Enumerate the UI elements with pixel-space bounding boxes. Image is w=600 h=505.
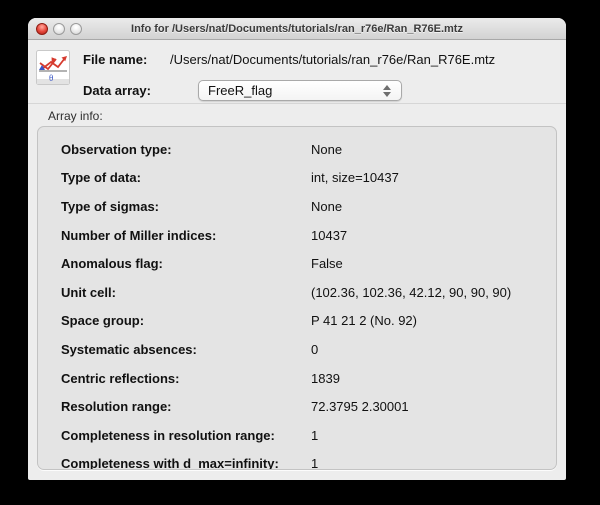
info-row: Unit cell: (102.36, 102.36, 42.12, 90, 9… bbox=[38, 278, 556, 307]
window-title: Info for /Users/nat/Documents/tutorials/… bbox=[28, 23, 566, 35]
dialog-content: θ File name: /Users/nat/Documents/tutori… bbox=[28, 40, 566, 480]
info-row: Space group: P 41 21 2 (No. 92) bbox=[38, 307, 556, 336]
close-button-icon[interactable] bbox=[36, 23, 48, 35]
info-row: Anomalous flag: False bbox=[38, 249, 556, 278]
file-name-value: /Users/nat/Documents/tutorials/ran_r76e/… bbox=[170, 52, 495, 67]
info-row: Completeness with d_max=infinity: 1 bbox=[38, 450, 556, 470]
minimize-button-icon[interactable] bbox=[53, 23, 65, 35]
data-array-select[interactable]: FreeR_flag bbox=[198, 80, 402, 101]
data-array-row: Data array: FreeR_flag bbox=[83, 80, 402, 101]
header-divider bbox=[28, 103, 566, 104]
info-row-label: Type of data: bbox=[61, 170, 311, 185]
info-row: Systematic absences: 0 bbox=[38, 335, 556, 364]
info-row-value: 1 bbox=[311, 428, 318, 443]
info-row-label: Unit cell: bbox=[61, 285, 311, 300]
info-row-value: int, size=10437 bbox=[311, 170, 399, 185]
info-row: Completeness in resolution range: 1 bbox=[38, 421, 556, 450]
svg-text:θ: θ bbox=[49, 73, 53, 83]
info-row-label: Resolution range: bbox=[61, 399, 311, 414]
info-row-label: Type of sigmas: bbox=[61, 199, 311, 214]
info-row: Type of data: int, size=10437 bbox=[38, 164, 556, 193]
info-row-label: Completeness with d_max=infinity: bbox=[61, 456, 311, 470]
info-row-value: False bbox=[311, 256, 343, 271]
info-row-label: Space group: bbox=[61, 313, 311, 328]
data-array-label: Data array: bbox=[83, 83, 170, 98]
info-row-label: Number of Miller indices: bbox=[61, 228, 311, 243]
info-row: Number of Miller indices: 10437 bbox=[38, 221, 556, 250]
info-row-label: Observation type: bbox=[61, 142, 311, 157]
traffic-light-buttons bbox=[36, 23, 82, 35]
info-row-label: Centric reflections: bbox=[61, 371, 311, 386]
info-row: Centric reflections: 1839 bbox=[38, 364, 556, 393]
file-name-label: File name: bbox=[83, 52, 170, 67]
window-titlebar[interactable]: Info for /Users/nat/Documents/tutorials/… bbox=[28, 18, 566, 40]
info-row-label: Systematic absences: bbox=[61, 342, 311, 357]
info-row-value: 1 bbox=[311, 456, 318, 470]
info-row-value: 72.3795 2.30001 bbox=[311, 399, 409, 414]
file-name-row: File name: /Users/nat/Documents/tutorial… bbox=[83, 52, 495, 67]
info-row: Type of sigmas: None bbox=[38, 192, 556, 221]
info-row-label: Anomalous flag: bbox=[61, 256, 311, 271]
array-info-rows: Observation type: None Type of data: int… bbox=[38, 135, 556, 470]
array-info-section-label: Array info: bbox=[48, 109, 103, 123]
mtz-data-plot-icon: θ bbox=[36, 50, 70, 85]
info-row-value: (102.36, 102.36, 42.12, 90, 90, 90) bbox=[311, 285, 511, 300]
info-row-value: 1839 bbox=[311, 371, 340, 386]
info-row-label: Completeness in resolution range: bbox=[61, 428, 311, 443]
info-row: Resolution range: 72.3795 2.30001 bbox=[38, 392, 556, 421]
zoom-button-icon[interactable] bbox=[70, 23, 82, 35]
info-row: Observation type: None bbox=[38, 135, 556, 164]
data-array-selected-value: FreeR_flag bbox=[208, 83, 383, 98]
info-row-value: None bbox=[311, 142, 342, 157]
info-dialog-window: Info for /Users/nat/Documents/tutorials/… bbox=[28, 18, 566, 480]
info-row-value: 10437 bbox=[311, 228, 347, 243]
array-info-groupbox: Observation type: None Type of data: int… bbox=[37, 126, 557, 470]
info-row-value: 0 bbox=[311, 342, 318, 357]
info-row-value: None bbox=[311, 199, 342, 214]
info-row-value: P 41 21 2 (No. 92) bbox=[311, 313, 417, 328]
popup-up-down-icon bbox=[383, 85, 391, 97]
